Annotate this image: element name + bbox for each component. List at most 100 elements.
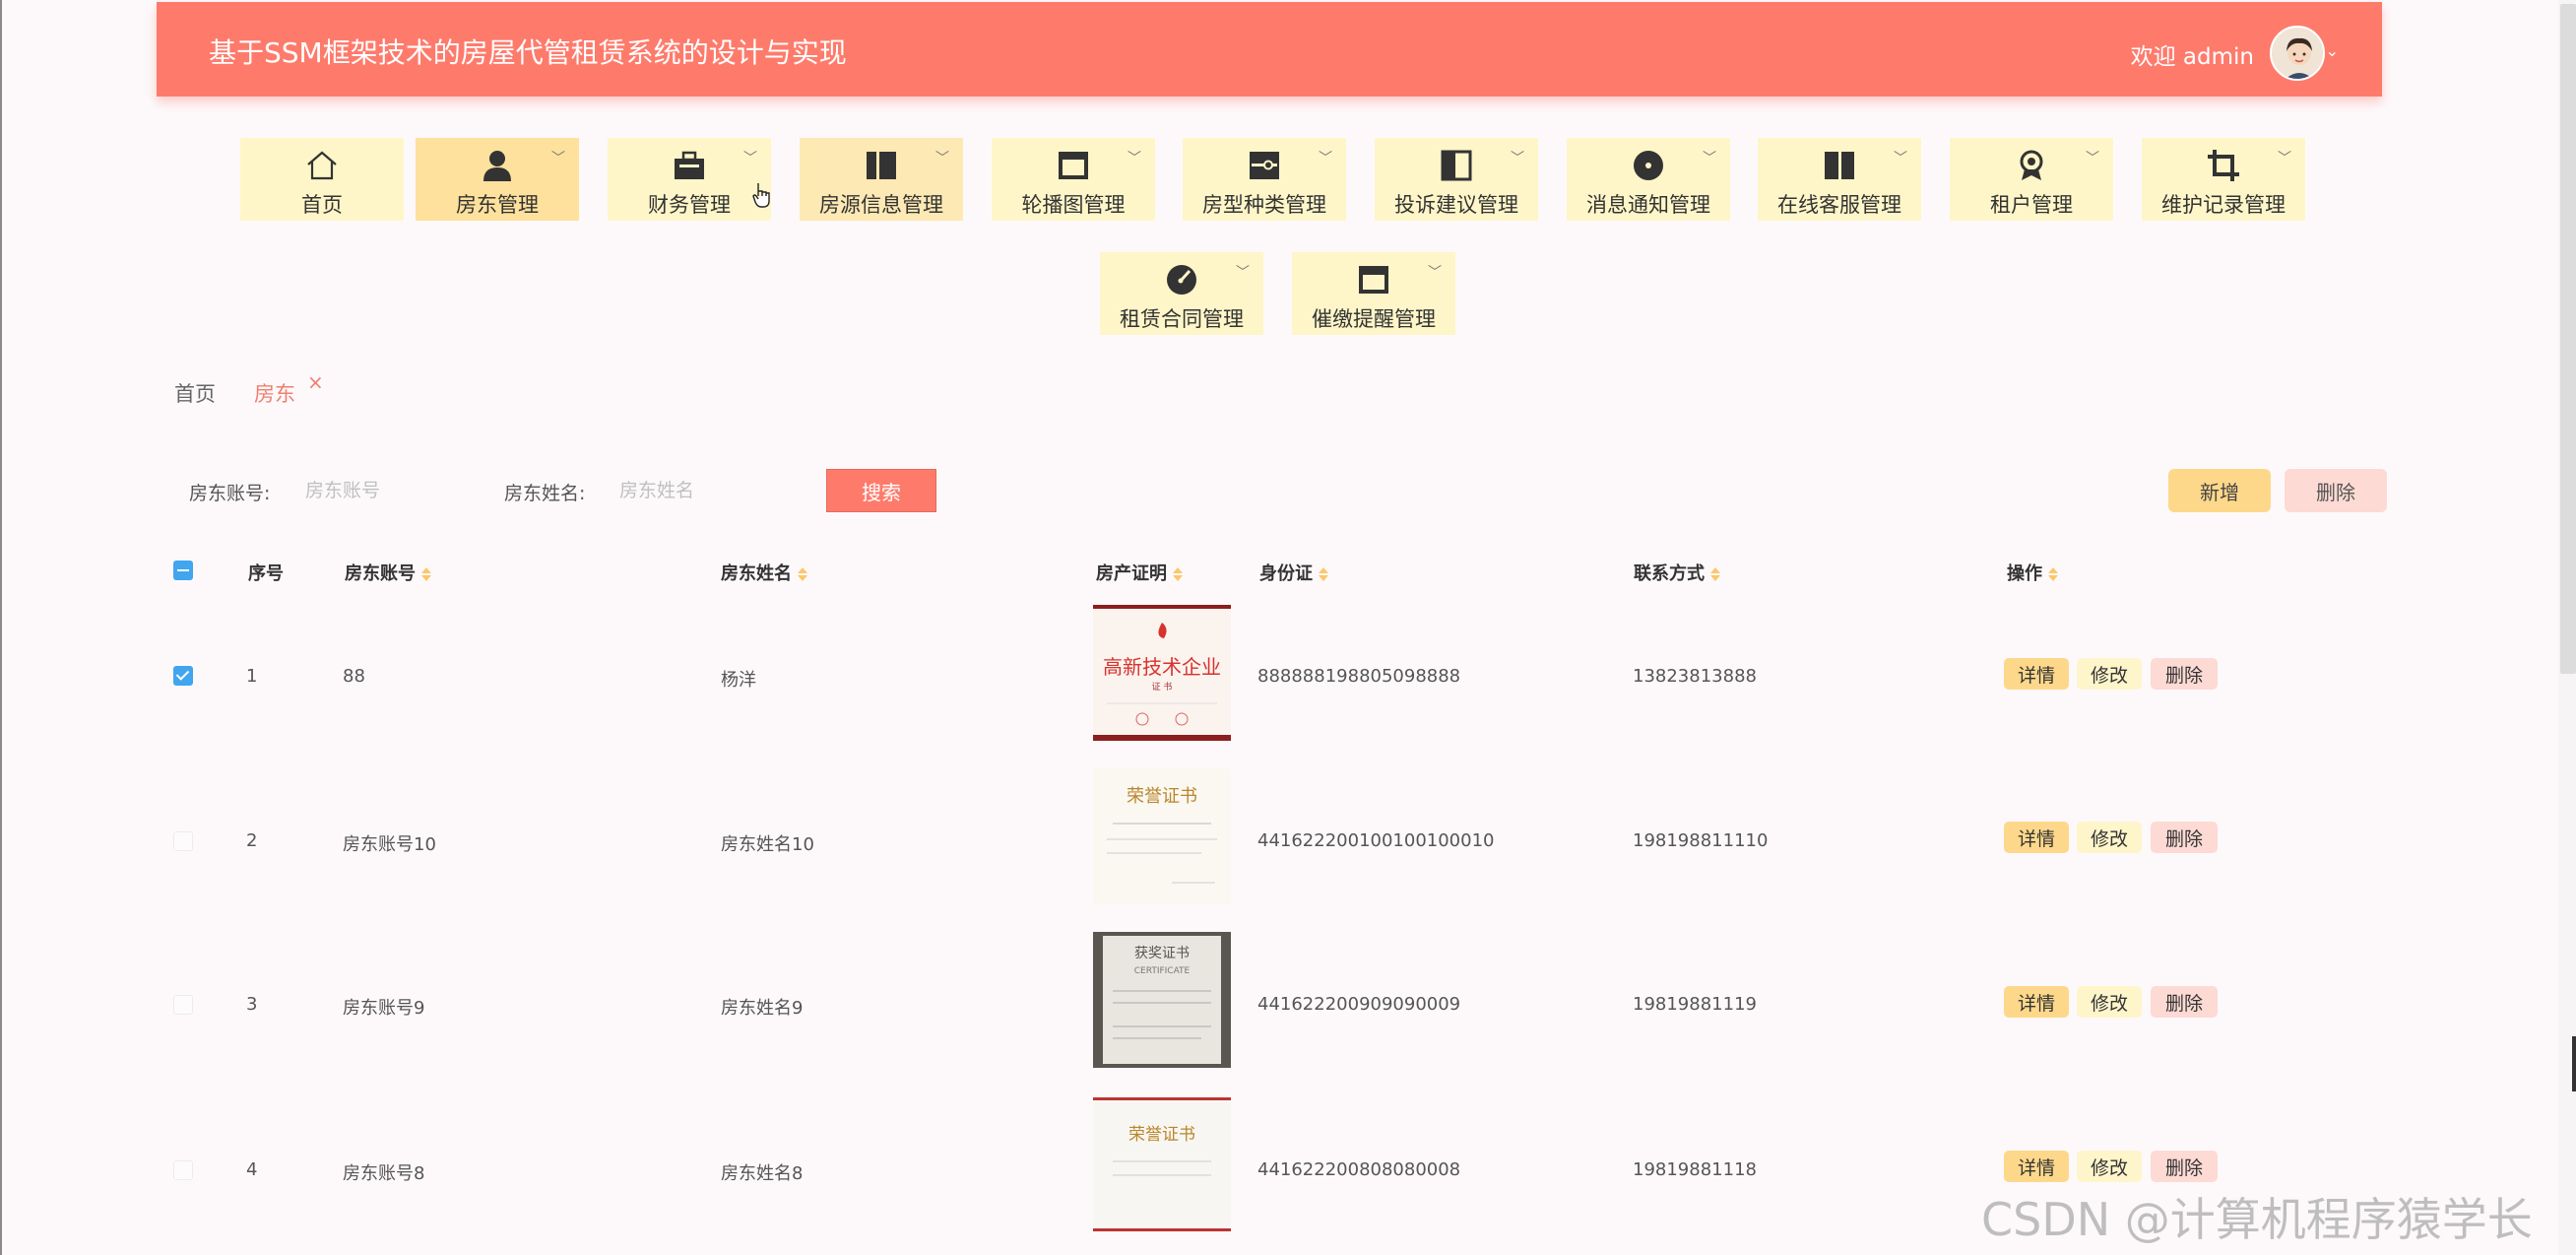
crop-icon — [2208, 150, 2239, 181]
row-phone: 13823813888 — [1633, 666, 1757, 687]
row-name: 房东姓名9 — [721, 998, 804, 1019]
col-account[interactable]: 房东账号 — [345, 560, 431, 585]
tab-landlord[interactable]: 房东 — [254, 378, 295, 408]
col-phone-label: 联系方式 — [1634, 563, 1705, 584]
menu-room-type[interactable]: 房型种类管理 ﹀ — [1183, 138, 1346, 221]
cert-title: 荣誉证书 — [1128, 1125, 1195, 1145]
select-all-checkbox[interactable] — [173, 561, 193, 580]
delete-button[interactable]: 删除 — [2151, 822, 2218, 853]
detail-button[interactable]: 详情 — [2004, 822, 2069, 853]
col-account-label: 房东账号 — [345, 563, 416, 584]
split-icon — [1825, 152, 1854, 179]
col-cert[interactable]: 房产证明 — [1096, 560, 1183, 585]
name-search-input[interactable] — [619, 471, 806, 510]
menu-finance-label: 财务管理 — [648, 193, 731, 217]
sort-icon[interactable] — [1319, 567, 1328, 581]
col-idcard[interactable]: 身份证 — [1259, 560, 1328, 585]
chevron-down-icon: ﹀ — [1703, 151, 1716, 166]
property-cert-image[interactable]: 荣誉证书 — [1093, 768, 1231, 904]
account-search-input[interactable] — [305, 471, 473, 510]
delete-button[interactable]: 删除 — [2151, 658, 2218, 690]
row-checkbox[interactable] — [173, 831, 193, 851]
col-ops[interactable]: 操作 — [2007, 560, 2058, 585]
chevron-down-icon: ﹀ — [2278, 151, 2291, 166]
add-button[interactable]: 新增 — [2168, 469, 2271, 512]
sort-icon[interactable] — [2048, 567, 2058, 581]
detail-button[interactable]: 详情 — [2004, 986, 2069, 1018]
row-checkbox[interactable] — [173, 995, 193, 1015]
row-account: 88 — [343, 666, 365, 687]
menu-reminder-label: 催缴提醒管理 — [1312, 307, 1436, 331]
cert-sub: 证 书 — [1152, 682, 1173, 693]
menu-home[interactable]: 首页 — [240, 138, 404, 221]
menu-property[interactable]: 房源信息管理 ﹀ — [800, 138, 963, 221]
sort-icon[interactable] — [798, 567, 807, 581]
gauge-icon — [1167, 265, 1196, 295]
menu-property-label: 房源信息管理 — [819, 193, 943, 217]
menu-reminder[interactable]: 催缴提醒管理 ﹀ — [1292, 252, 1455, 335]
edit-button[interactable]: 修改 — [2077, 658, 2142, 690]
sort-icon[interactable] — [421, 567, 431, 581]
avatar[interactable] — [2270, 26, 2325, 81]
chevron-down-icon: ﹀ — [1511, 151, 1524, 166]
menu-landlord[interactable]: 房东管理 ﹀ — [416, 138, 579, 221]
row-name: 房东姓名10 — [721, 834, 814, 855]
top-header: 基于SSM框架技术的房屋代管租赁系统的设计与实现 欢迎 admin ⌄ — [157, 2, 2382, 97]
col-cert-label: 房产证明 — [1096, 563, 1167, 584]
row-name: 房东姓名8 — [721, 1163, 804, 1184]
row-checkbox[interactable] — [173, 1160, 193, 1180]
delete-button[interactable]: 删除 — [2151, 1151, 2218, 1182]
detail-button[interactable]: 详情 — [2004, 658, 2069, 690]
scrollbar-thumb[interactable] — [2560, 4, 2576, 674]
row-idcard: 441622200909090009 — [1257, 994, 1461, 1015]
property-cert-image[interactable]: 高新技术企业证 书 — [1093, 605, 1231, 741]
property-cert-image[interactable]: 获奖证书 CERTIFICATE — [1093, 932, 1231, 1068]
edit-button[interactable]: 修改 — [2077, 822, 2142, 853]
user-dropdown-chevron-icon[interactable]: ⌄ — [2326, 41, 2339, 60]
detail-button[interactable]: 详情 — [2004, 1151, 2069, 1182]
edit-button[interactable]: 修改 — [2077, 1151, 2142, 1182]
sort-icon[interactable] — [1710, 567, 1720, 581]
cert-emblem-icon: 荣誉证书 — [1113, 1125, 1211, 1176]
window-icon — [1059, 152, 1088, 179]
col-phone[interactable]: 联系方式 — [1634, 560, 1720, 585]
col-name[interactable]: 房东姓名 — [721, 560, 807, 585]
menu-room-type-label: 房型种类管理 — [1202, 193, 1326, 217]
close-icon[interactable]: × — [307, 370, 324, 394]
menu-maintenance-label: 维护记录管理 — [2161, 193, 2286, 217]
batch-delete-button[interactable]: 删除 — [2285, 469, 2387, 512]
edit-button[interactable]: 修改 — [2077, 986, 2142, 1018]
sort-icon[interactable] — [1173, 567, 1183, 581]
row-idcard: 441622200100100100010 — [1257, 830, 1495, 851]
delete-button[interactable]: 删除 — [2151, 986, 2218, 1018]
menu-tenant[interactable]: 租户管理 ﹀ — [1950, 138, 2113, 221]
property-cert-image[interactable]: 荣誉证书 — [1093, 1097, 1231, 1231]
cert-title: 获奖证书 — [1134, 945, 1190, 961]
welcome-user[interactable]: 欢迎 admin — [2131, 37, 2254, 71]
menu-contract[interactable]: 租赁合同管理 ﹀ — [1100, 252, 1263, 335]
row-index: 4 — [246, 1159, 258, 1180]
search-button[interactable]: 搜索 — [826, 469, 936, 512]
home-icon — [307, 151, 337, 180]
account-label: 房东账号: — [189, 483, 271, 504]
menu-notice-label: 消息通知管理 — [1586, 193, 1710, 217]
menu-finance[interactable]: 财务管理 ﹀ — [608, 138, 771, 221]
menu-contract-label: 租赁合同管理 — [1120, 307, 1244, 331]
menu-complaint[interactable]: 投诉建议管理 ﹀ — [1375, 138, 1538, 221]
chevron-down-icon: ﹀ — [1127, 151, 1141, 166]
row-checkbox[interactable] — [173, 666, 193, 686]
menu-tenant-label: 租户管理 — [1990, 193, 2073, 217]
cert-sub: CERTIFICATE — [1134, 966, 1191, 976]
menu-maintenance[interactable]: 维护记录管理 ﹀ — [2142, 138, 2305, 221]
window-icon — [1359, 266, 1388, 294]
menu-carousel[interactable]: 轮播图管理 ﹀ — [992, 138, 1155, 221]
chevron-down-icon: ﹀ — [551, 151, 565, 166]
menu-notice[interactable]: 消息通知管理 ﹀ — [1567, 138, 1730, 221]
tab-home[interactable]: 首页 — [174, 378, 216, 408]
col-name-label: 房东姓名 — [721, 563, 792, 584]
menu-carousel-label: 轮播图管理 — [1021, 193, 1126, 217]
briefcase-icon — [675, 151, 704, 179]
menu-service[interactable]: 在线客服管理 ﹀ — [1758, 138, 1921, 221]
col-index: 序号 — [248, 563, 284, 584]
row-phone: 198198811110 — [1633, 830, 1769, 851]
